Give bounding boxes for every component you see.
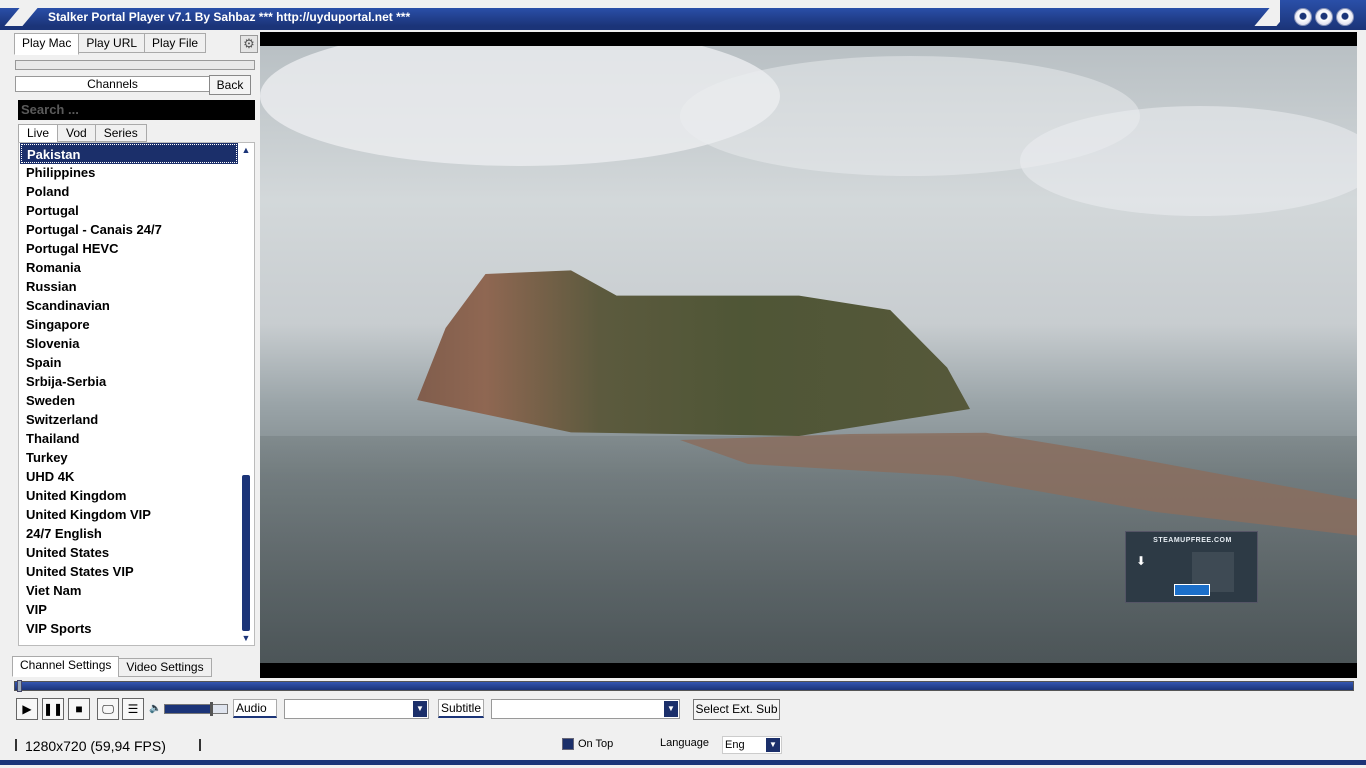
overlay-button bbox=[1174, 584, 1210, 596]
channel-list-items: Pakistan Philippines Poland Portugal Portuga… bbox=[20, 143, 238, 638]
title-bar[interactable]: Stalker Portal Player v7.1 By Sahbaz ***… bbox=[0, 0, 1366, 32]
status-bar: 1280x720 (59,94 FPS) On Top Language Eng… bbox=[0, 733, 1366, 757]
audio-select[interactable]: ▼ bbox=[284, 699, 429, 719]
back-button[interactable]: Back bbox=[209, 75, 251, 95]
list-item[interactable]: Slovenia bbox=[21, 334, 237, 353]
control-bar: ▶ ❚❚ ■ 🖵 ☰ 🔈 Audio ▼ Subtitle ▼ Select E… bbox=[0, 695, 1366, 725]
list-item[interactable]: Switzerland bbox=[21, 410, 237, 429]
gear-icon[interactable]: ⚙ bbox=[240, 35, 258, 53]
seek-bar[interactable] bbox=[14, 680, 1354, 692]
overlay-text: STEAMUPFREE.COM bbox=[1153, 537, 1232, 544]
play-button[interactable]: ▶ bbox=[16, 698, 38, 720]
fullscreen-button[interactable]: 🖵 bbox=[97, 698, 119, 720]
list-item[interactable]: Viet Nam bbox=[21, 581, 237, 600]
list-item[interactable]: Spain bbox=[21, 353, 237, 372]
resolution-readout: 1280x720 (59,94 FPS) bbox=[25, 738, 166, 754]
list-item[interactable]: Portugal - Canais 24/7 bbox=[21, 220, 237, 239]
search-input[interactable] bbox=[18, 100, 255, 120]
scroll-down-icon[interactable]: ▼ bbox=[240, 632, 252, 644]
tab-play-mac[interactable]: Play Mac bbox=[14, 33, 80, 55]
list-item[interactable]: Turkey bbox=[21, 448, 237, 467]
video-frame: STEAMUPFREE.COM ⬇ bbox=[260, 46, 1357, 663]
minimize-button[interactable] bbox=[1294, 8, 1312, 26]
loading-progress-bar bbox=[15, 60, 255, 70]
speaker-icon[interactable]: 🔈 bbox=[149, 703, 161, 714]
left-panel: Play Mac Play URL Play File ⚙ Channels B… bbox=[11, 32, 260, 678]
list-item[interactable]: United States bbox=[21, 543, 237, 562]
list-item[interactable]: VIP bbox=[21, 600, 237, 619]
playlist-button[interactable]: ☰ bbox=[122, 698, 144, 720]
tab-vod[interactable]: Vod bbox=[57, 124, 96, 142]
list-item[interactable]: Russian bbox=[21, 277, 237, 296]
maximize-button[interactable] bbox=[1315, 8, 1333, 26]
scroll-up-icon[interactable]: ▲ bbox=[240, 144, 252, 156]
list-item[interactable]: United Kingdom VIP bbox=[21, 505, 237, 524]
tab-live[interactable]: Live bbox=[18, 124, 59, 144]
island bbox=[417, 270, 970, 436]
subtitle-label: Subtitle bbox=[438, 699, 484, 718]
list-item[interactable]: Scandinavian bbox=[21, 296, 237, 315]
list-item[interactable]: Sweden bbox=[21, 391, 237, 410]
on-top-checkbox[interactable] bbox=[562, 738, 574, 750]
list-item[interactable]: Poland bbox=[21, 182, 237, 201]
stop-button[interactable]: ■ bbox=[68, 698, 90, 720]
list-item[interactable]: Singapore bbox=[21, 315, 237, 334]
language-value: Eng bbox=[725, 739, 745, 751]
channel-list-scrollbar[interactable]: ▲ ▼ bbox=[239, 144, 253, 644]
settings-tabs: Channel Settings Video Settings bbox=[12, 656, 212, 677]
scroll-thumb[interactable] bbox=[242, 475, 250, 631]
volume-knob[interactable] bbox=[209, 702, 213, 716]
window-title: Stalker Portal Player v7.1 By Sahbaz ***… bbox=[48, 10, 411, 24]
playlist-icon: ☰ bbox=[127, 702, 139, 716]
status-separator bbox=[199, 739, 201, 751]
content-type-tabs: Live Vod Series bbox=[18, 124, 147, 144]
list-item[interactable]: United States VIP bbox=[21, 562, 237, 581]
video-player[interactable]: STEAMUPFREE.COM ⬇ bbox=[260, 32, 1357, 678]
title-underline bbox=[0, 26, 1366, 30]
language-label: Language bbox=[660, 737, 709, 749]
list-item[interactable]: United Kingdom bbox=[21, 486, 237, 505]
chevron-down-icon[interactable]: ▼ bbox=[664, 701, 678, 717]
chevron-down-icon[interactable]: ▼ bbox=[766, 738, 780, 752]
list-item[interactable]: Thailand bbox=[21, 429, 237, 448]
play-icon: ▶ bbox=[22, 702, 32, 716]
list-item[interactable]: Pakistan bbox=[20, 143, 238, 164]
channel-list[interactable]: Pakistan Philippines Poland Portugal Portuga… bbox=[18, 142, 255, 646]
tab-video-settings[interactable]: Video Settings bbox=[118, 658, 212, 677]
source-tabs: Play Mac Play URL Play File bbox=[14, 33, 207, 55]
tab-channel-settings[interactable]: Channel Settings bbox=[12, 656, 120, 677]
list-item[interactable]: Portugal HEVC bbox=[21, 239, 237, 258]
tab-play-file[interactable]: Play File bbox=[144, 33, 207, 53]
list-item[interactable]: UHD 4K bbox=[21, 467, 237, 486]
select-ext-sub-button[interactable]: Select Ext. Sub bbox=[693, 699, 780, 720]
list-item[interactable]: Romania bbox=[21, 258, 237, 277]
list-item[interactable]: 24/7 English bbox=[21, 524, 237, 543]
right-edge bbox=[1361, 32, 1366, 760]
chevron-down-icon[interactable]: ▼ bbox=[413, 701, 427, 717]
pause-button[interactable]: ❚❚ bbox=[42, 698, 64, 720]
stop-icon: ■ bbox=[75, 702, 83, 716]
subtitle-select[interactable]: ▼ bbox=[491, 699, 680, 719]
download-icon: ⬇ bbox=[1136, 554, 1147, 568]
pause-icon: ❚❚ bbox=[43, 702, 64, 716]
tab-play-url[interactable]: Play URL bbox=[78, 33, 146, 53]
list-item[interactable]: Philippines bbox=[21, 163, 237, 182]
cloud bbox=[1020, 106, 1357, 216]
audio-label: Audio bbox=[233, 699, 277, 718]
close-button[interactable] bbox=[1336, 8, 1354, 26]
monitor-icon: 🖵 bbox=[102, 702, 114, 716]
volume-slider[interactable] bbox=[164, 702, 228, 716]
status-separator bbox=[15, 739, 17, 751]
seek-knob[interactable] bbox=[17, 680, 22, 692]
language-select[interactable]: Eng ▼ bbox=[722, 736, 782, 754]
on-top-label: On Top bbox=[578, 738, 614, 750]
list-item[interactable]: Srbija-Serbia bbox=[21, 372, 237, 391]
list-item[interactable]: Portugal bbox=[21, 201, 237, 220]
tab-series[interactable]: Series bbox=[94, 124, 147, 142]
video-overlay-ad: STEAMUPFREE.COM ⬇ bbox=[1125, 531, 1258, 603]
window-bottom-border bbox=[0, 760, 1366, 765]
list-item[interactable]: VIP Sports bbox=[21, 619, 237, 638]
channels-header: Channels bbox=[15, 76, 210, 92]
